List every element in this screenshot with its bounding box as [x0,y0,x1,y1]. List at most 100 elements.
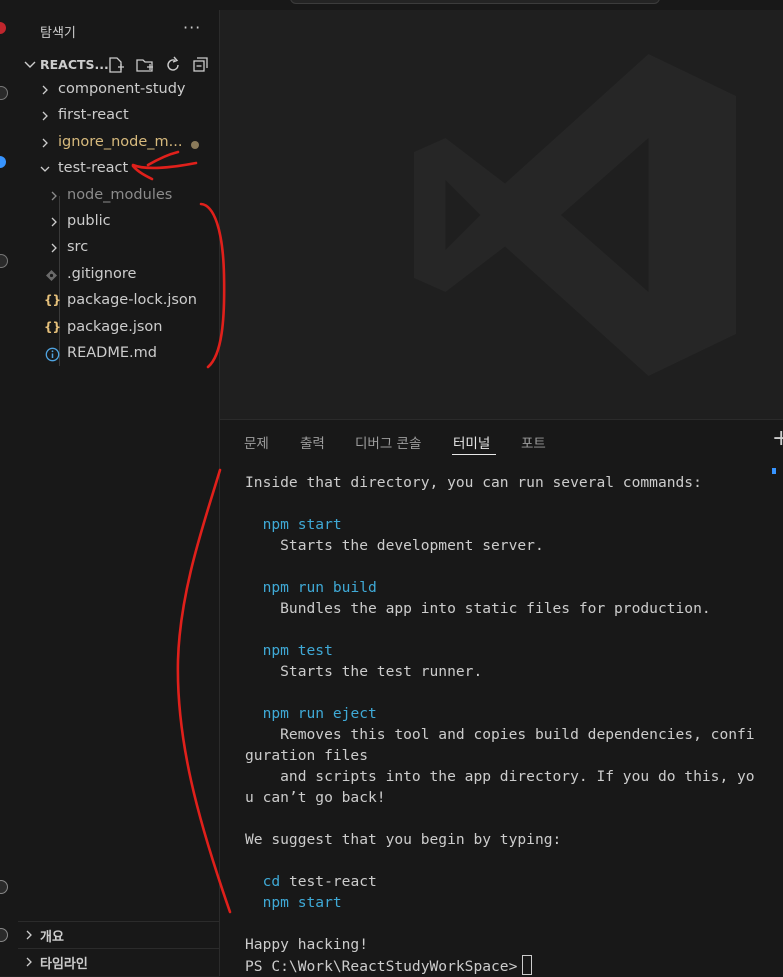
terminal-line: Inside that directory, you can run sever… [245,474,702,491]
terminal-line: Starts the development server. [245,537,544,554]
terminal-command: npm [262,516,289,533]
info-icon [45,347,60,362]
tree-item-folder[interactable]: node_modules [18,184,219,210]
active-tab-indicator [452,454,496,455]
terminal-command: cd [262,873,281,890]
tree-item-folder[interactable]: src [18,236,219,262]
terminal-line: Bundles the app into static files for pr… [245,600,711,617]
activity-scm-badge[interactable] [0,156,6,168]
editor-area [220,10,783,418]
tree-item-file[interactable]: .gitignore [18,263,219,289]
chevron-right-icon [42,138,48,148]
json-icon: {} [44,320,62,334]
refresh-icon[interactable] [164,56,182,74]
timeline-section[interactable]: 타임라인 [18,948,219,975]
tab-ports[interactable]: 포트 [521,432,546,452]
chevron-down-icon [24,61,36,68]
terminal-line: npm start [245,514,775,535]
workspace-name: REACTS... [40,57,109,72]
vscode-logo-icon [414,54,736,376]
terminal-command: npm [262,894,289,911]
activity-explorer-mark[interactable] [0,22,6,34]
terminal-line: Happy hacking! [245,936,369,953]
tree-item-label: README.md [67,345,157,361]
outline-label: 개요 [40,930,64,945]
workspace-header[interactable]: REACTS... [18,54,219,76]
tab-output[interactable]: 출력 [300,432,325,452]
add-terminal-icon[interactable]: + [772,426,783,451]
terminal-command-args: start [288,894,342,911]
terminal-command-args: run eject [288,705,377,722]
terminal-line: We suggest that you begin by typing: [245,831,562,848]
tree-item-file[interactable]: {} package-lock.json [18,289,219,315]
tree-item-folder[interactable]: first-react [18,104,219,130]
terminal-command: npm [262,705,289,722]
tree-item-label: package.json [67,319,163,335]
activity-account-icon[interactable] [0,880,8,894]
terminal-command-args: test-react [280,873,377,890]
tab-terminal[interactable]: 터미널 [453,432,490,452]
activity-settings-icon[interactable] [0,928,8,942]
terminal-line: u can’t go back! [245,789,386,806]
outline-section[interactable]: 개요 [18,921,219,948]
explorer-title: 탐색기 [40,26,76,41]
explorer-sidebar: 탐색기 ··· REACTS... component-study first-… [18,10,220,976]
tree-item-label: node_modules [67,187,173,203]
json-icon: {} [44,293,62,307]
chevron-down-icon [40,166,50,172]
chevron-right-icon [51,191,57,201]
terminal-line: guration files [245,747,369,764]
terminal-line: npm test [245,640,775,661]
bottom-panel: 문제 출력 디버그 콘솔 터미널 포트 + Inside that direct… [220,419,783,977]
terminal-command: npm [262,642,289,659]
git-icon [46,270,57,281]
tree-item-label: .gitignore [67,266,137,282]
title-bar [18,0,783,10]
terminal-command-args: test [288,642,333,659]
more-actions-icon[interactable]: ··· [183,18,201,37]
terminal-line: and scripts into the app directory. If y… [245,768,755,785]
tree-item-folder-open[interactable]: test-react [18,157,219,183]
tree-item-label: public [67,213,111,229]
terminal-command-args: run build [288,579,377,596]
tree-item-folder[interactable]: ignore_node_m... [18,131,219,157]
tab-debug-console[interactable]: 디버그 콘솔 [355,432,421,452]
tree-item-label: src [67,239,89,255]
chevron-right-icon [42,85,48,95]
terminal-command: npm [262,579,289,596]
prompt-text: PS C:\Work\ReactStudyWorkSpace> [245,958,518,975]
activity-search-icon[interactable] [0,86,8,100]
tree-item-file[interactable]: README.md [18,342,219,368]
terminal-cursor [522,955,533,975]
tree-item-label: package-lock.json [67,292,197,308]
new-file-icon[interactable] [107,56,125,74]
terminal-line: cd test-react [245,871,775,892]
tree-item-folder[interactable]: public [18,210,219,236]
chevron-right-icon [26,930,32,940]
activity-extensions-icon[interactable] [0,254,8,268]
timeline-label: 타임라인 [40,957,88,972]
terminal-line: Starts the test runner. [245,663,483,680]
terminal-line: Removes this tool and copies build depen… [245,726,755,743]
tab-problems[interactable]: 문제 [244,432,269,452]
terminal-line: npm run build [245,577,775,598]
tree-item-label: test-react [58,160,129,176]
terminal-output[interactable]: Inside that directory, you can run sever… [245,472,775,976]
terminal-prompt[interactable]: PS C:\Work\ReactStudyWorkSpace> [245,955,775,976]
terminal-command-args: start [288,516,342,533]
activity-bar [0,0,19,976]
chevron-right-icon [51,243,57,253]
modified-indicator [191,141,199,149]
chevron-right-icon [42,111,48,121]
command-center-search[interactable] [290,0,660,4]
tree-item-label: ignore_node_m... [58,134,183,150]
collapse-all-icon[interactable] [192,56,210,74]
tree-item-file[interactable]: {} package.json [18,316,219,342]
tree-item-folder[interactable]: component-study [18,78,219,104]
new-folder-icon[interactable] [136,56,154,74]
